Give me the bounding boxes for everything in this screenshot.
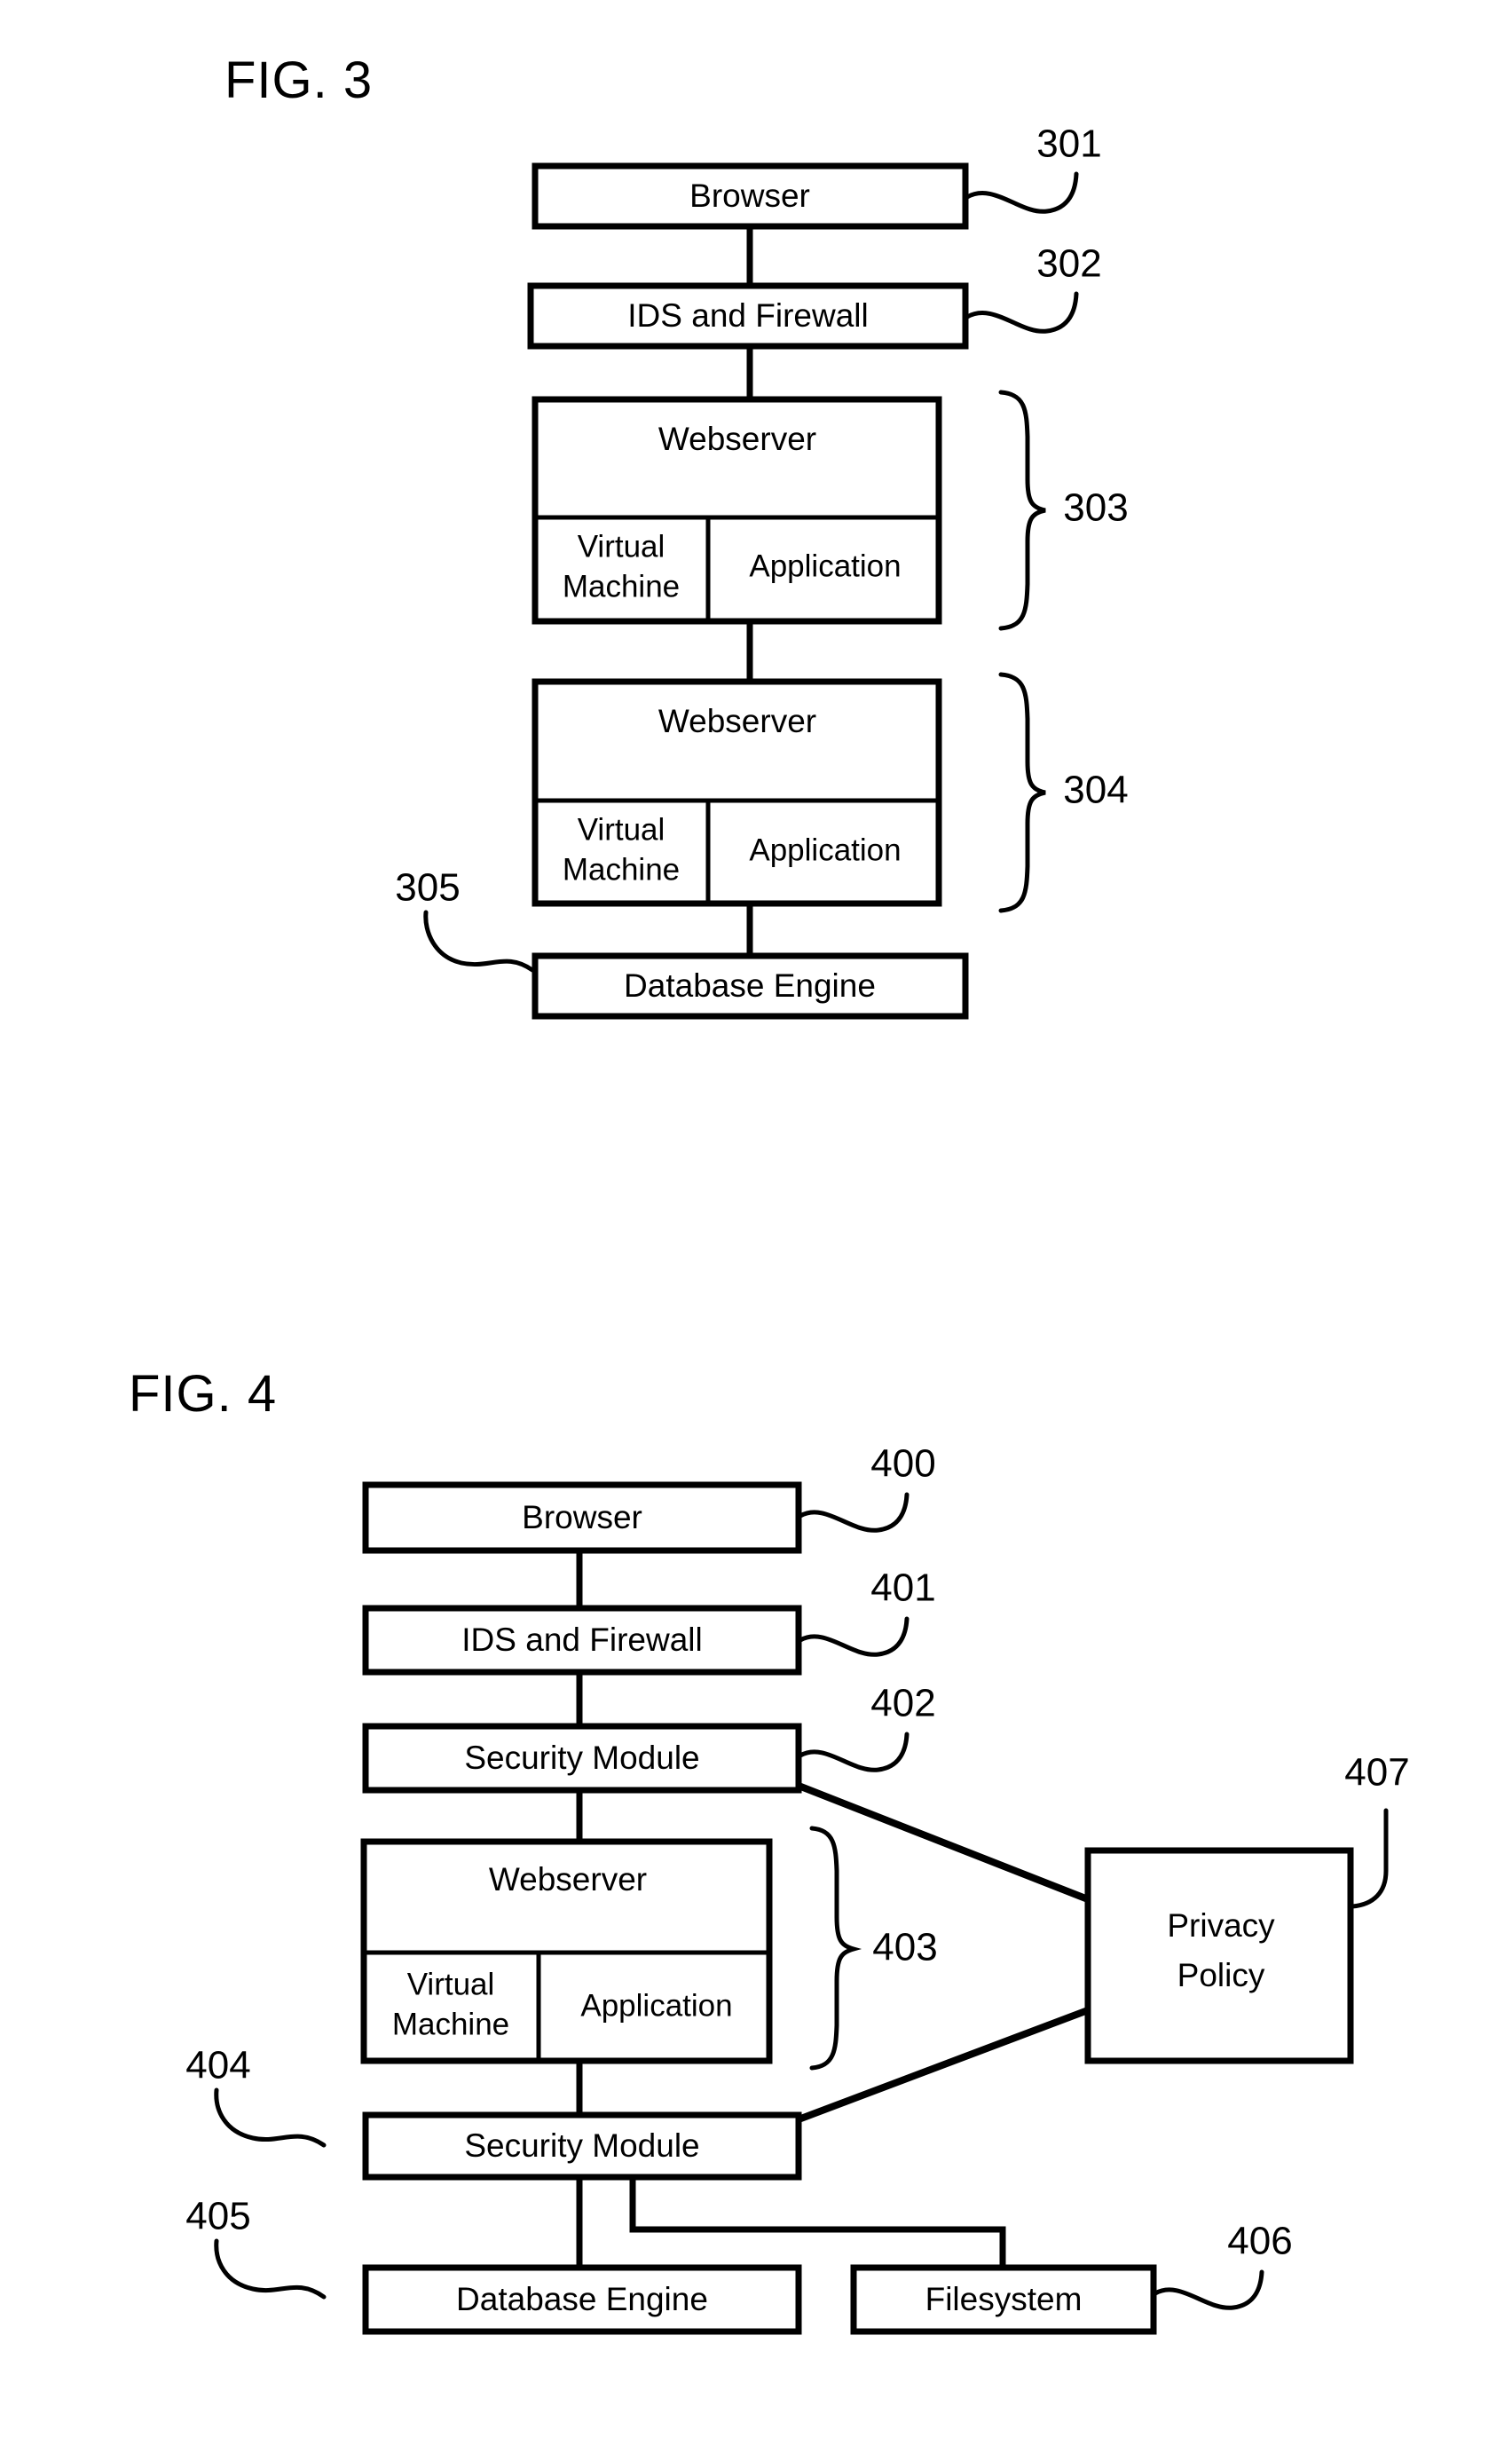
fig3-brace-304 (998, 672, 1046, 913)
fig3-brace-303 (998, 390, 1046, 631)
fig3-application1-label: Application (749, 548, 901, 583)
fig3-browser-label: Browser (689, 178, 810, 214)
fig4-leader-404 (214, 2087, 327, 2148)
fig4-connector-security-bottom-to-filesystem (629, 2177, 1006, 2269)
fig3-group-webserver-1: Webserver Virtual Machine Application (532, 396, 942, 625)
fig4-database-engine-label: Database Engine (456, 2281, 708, 2317)
fig4-webserver-label: Webserver (489, 1861, 647, 1898)
fig3-leader-302 (965, 291, 1079, 334)
fig3-vm2-label-line1: Virtual (578, 812, 665, 847)
fig3-ref-305: 305 (395, 866, 460, 910)
fig4-privacy-policy-label-line2: Policy (1177, 1957, 1265, 1993)
fig4-leader-402 (798, 1732, 910, 1772)
fig3-ref-303: 303 (1063, 486, 1128, 530)
patent-drawing-sheet: FIG. 3 Browser IDS and Firewall Webserve… (0, 0, 1512, 2454)
fig4-security-module-top-label: Security Module (464, 1740, 699, 1776)
fig3-group-webserver-2: Webserver Virtual Machine Application (532, 678, 942, 907)
fig4-node-filesystem[interactable]: Filesystem (850, 2264, 1157, 2335)
fig4-leader-407 (1350, 1808, 1389, 1909)
fig4-node-ids-firewall[interactable]: IDS and Firewall (362, 1605, 802, 1676)
fig4-browser-label: Browser (522, 1499, 642, 1535)
fig4-ref-407: 407 (1344, 1751, 1409, 1795)
fig4-vm-label-line2: Machine (392, 2007, 509, 2041)
fig4-leader-406 (1153, 2269, 1264, 2310)
fig3-database-engine-label: Database Engine (624, 967, 876, 1004)
fig3-webserver2-label: Webserver (658, 703, 816, 739)
fig3-vm1-label-line1: Virtual (578, 529, 665, 564)
fig4-leader-401 (798, 1616, 910, 1657)
fig4-ref-406: 406 (1227, 2220, 1292, 2263)
fig3-leader-305 (423, 910, 535, 973)
fig3-node-ids-firewall[interactable]: IDS and Firewall (527, 282, 969, 350)
fig4-leader-400 (798, 1492, 910, 1533)
fig4-ids-firewall-label: IDS and Firewall (461, 1622, 702, 1658)
fig3-ref-304: 304 (1063, 769, 1128, 812)
fig4-leader-405 (214, 2238, 327, 2300)
fig4-ref-403: 403 (872, 1926, 937, 1969)
fig4-privacy-policy-box (1084, 1847, 1354, 2064)
fig4-vm-label-line1: Virtual (407, 1967, 495, 2001)
fig3-vm2-label-line2: Machine (563, 852, 680, 887)
figure-4: FIG. 4 Browser IDS and Firewall Security… (129, 1365, 1410, 2335)
fig3-ids-firewall-label: IDS and Firewall (627, 297, 868, 334)
fig3-application2-label: Application (749, 832, 901, 867)
fig4-ref-402: 402 (870, 1682, 935, 1725)
fig4-ref-401: 401 (870, 1566, 935, 1610)
fig4-brace-403 (809, 1826, 862, 2071)
fig4-node-privacy-policy[interactable]: Privacy Policy (1084, 1847, 1354, 2064)
fig3-webserver1-label: Webserver (658, 421, 816, 457)
fig4-privacy-policy-label-line1: Privacy (1167, 1907, 1275, 1944)
fig3-node-database-engine[interactable]: Database Engine (532, 952, 969, 1020)
fig3-ref-301: 301 (1036, 122, 1101, 166)
fig4-security-module-bottom-label: Security Module (464, 2127, 699, 2164)
fig4-node-security-module-bottom[interactable]: Security Module (362, 2111, 802, 2181)
fig3-ref-302: 302 (1036, 242, 1101, 286)
fig4-group-webserver: Webserver Virtual Machine Application (360, 1838, 773, 2064)
fig4-ref-400: 400 (870, 1442, 935, 1486)
fig4-connector-security-top-to-privacy-policy (797, 1782, 1090, 1903)
fig3-title: FIG. 3 (224, 51, 373, 109)
fig4-ref-404: 404 (185, 2044, 250, 2087)
fig4-filesystem-label: Filesystem (925, 2281, 1083, 2317)
figures-svg: FIG. 3 Browser IDS and Firewall Webserve… (129, 51, 1410, 2335)
fig4-node-security-module-top[interactable]: Security Module (362, 1723, 802, 1794)
fig3-vm1-label-line2: Machine (563, 569, 680, 604)
figure-3: FIG. 3 Browser IDS and Firewall Webserve… (224, 51, 1129, 1020)
fig4-ref-405: 405 (185, 2195, 250, 2238)
fig4-node-browser[interactable]: Browser (362, 1481, 802, 1554)
fig3-leader-301 (965, 171, 1079, 214)
fig4-title: FIG. 4 (129, 1365, 277, 1423)
fig4-connector-security-bottom-to-privacy-policy (797, 2007, 1090, 2123)
fig3-node-browser[interactable]: Browser (532, 162, 969, 230)
fig4-application-label: Application (580, 1988, 732, 2023)
fig4-node-database-engine[interactable]: Database Engine (362, 2264, 802, 2335)
